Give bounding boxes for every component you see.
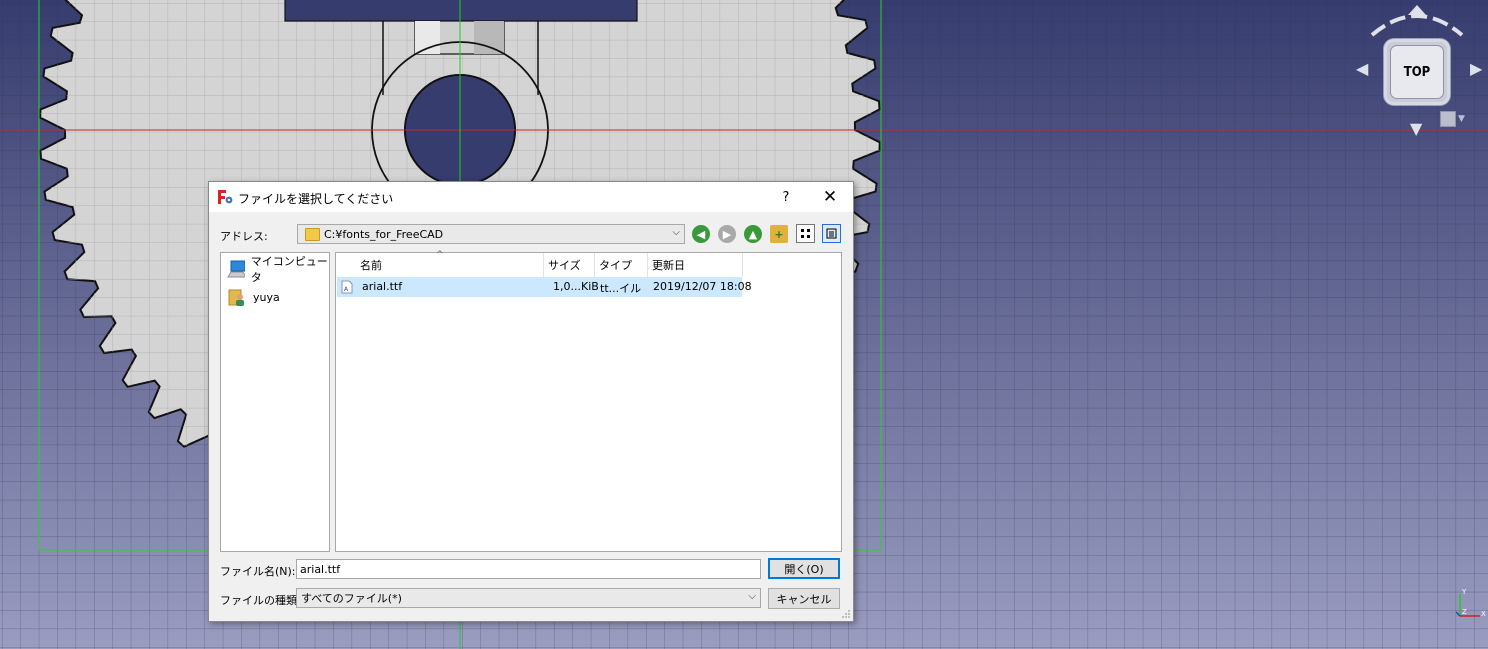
filetype-label: ファイルの種類: [220,594,301,607]
sort-ascending-icon: ^ [436,250,444,260]
filename-label: ファイル名(N): [220,565,296,578]
chevron-down-icon[interactable]: ⌵ [672,227,680,238]
address-combo[interactable]: C:¥fonts_for_FreeCAD ⌵ [297,224,685,244]
chevron-down-icon[interactable]: ▼ [1458,114,1465,124]
dialog-title: ファイルを選択してください [238,192,394,206]
rotate-right-icon[interactable]: ▶ [1470,61,1482,77]
column-date-label: 更新日 [652,259,685,272]
file-date: 2019/12/07 18:08 [653,280,752,293]
file-size: 1,0...KiB [553,280,599,293]
navigation-cube[interactable]: TOP ◀ ▶ ▼ ▼ [1350,5,1485,140]
filename-input[interactable]: arial.ttf [296,559,761,579]
filetype-value: すべてのファイル(*) [301,592,402,605]
axis-indicator: Y X Z [1452,588,1486,620]
column-name-label: 名前 [360,259,382,272]
rotate-down-icon[interactable]: ▼ [1410,121,1422,137]
back-icon[interactable]: ◀ [692,225,710,243]
title-bar[interactable]: ファイルを選択してください ? ✕ [209,182,853,212]
x-axis-label: X [1481,610,1486,618]
column-type-label: タイプ [599,259,632,272]
user-folder-icon [228,289,244,306]
filename-value: arial.ttf [300,562,341,576]
filetype-select[interactable]: すべてのファイル(*) ⌵ [296,588,761,608]
column-header-name[interactable]: 名前 ^ [336,250,544,277]
freecad-app-icon [218,190,233,204]
close-button[interactable]: ✕ [808,182,852,212]
rotate-left-icon[interactable]: ◀ [1356,61,1368,77]
column-header-date[interactable]: 更新日 [648,253,743,277]
file-dialog: ファイルを選択してください ? ✕ アドレス: C:¥fonts_for_Fre… [208,181,854,622]
navcube-face[interactable]: TOP [1384,39,1450,105]
detail-view-icon[interactable] [822,224,841,243]
cancel-button[interactable]: キャンセル [768,588,840,609]
view-menu-cube-icon[interactable] [1440,111,1456,127]
column-header-size[interactable]: サイズ [544,253,595,277]
column-size-label: サイズ [548,259,581,272]
column-header-type[interactable]: タイプ [595,253,648,277]
resize-grip-icon[interactable] [841,609,851,619]
up-icon[interactable]: ▲ [744,225,762,243]
file-row[interactable]: A arial.ttf 1,0...KiB tt...イル 2019/12/07… [337,277,752,297]
sidebar-item-label: マイコンピュータ [250,255,328,284]
y-axis-label: Y [1462,588,1467,596]
navcube-face-label[interactable]: TOP [1391,46,1443,98]
sidebar-item-yuya[interactable]: yuya [227,286,280,308]
file-type: tt...イル [600,282,642,295]
computer-icon [227,260,245,278]
file-list[interactable]: 名前 ^ サイズ タイプ 更新日 A arial.ttf 1,0...KiB t… [335,250,842,552]
address-value: C:¥fonts_for_FreeCAD [324,227,444,241]
folder-icon [305,227,320,241]
sidebar-item-my-computer[interactable]: マイコンピュータ [227,255,329,284]
sidebar-item-label: yuya [253,290,280,304]
address-label: アドレス: [220,230,268,243]
places-sidebar: マイコンピュータ yuya [220,252,330,552]
forward-icon[interactable]: ▶ [718,225,736,243]
font-file-icon: A [341,280,353,294]
list-view-icon[interactable] [796,224,815,243]
chevron-down-icon[interactable]: ⌵ [748,591,756,602]
new-folder-icon[interactable]: + [770,225,788,243]
open-button[interactable]: 開く(O) [768,558,840,579]
help-button[interactable]: ? [764,182,808,212]
z-axis-label: Z [1462,608,1467,616]
file-name: arial.ttf [362,280,403,293]
